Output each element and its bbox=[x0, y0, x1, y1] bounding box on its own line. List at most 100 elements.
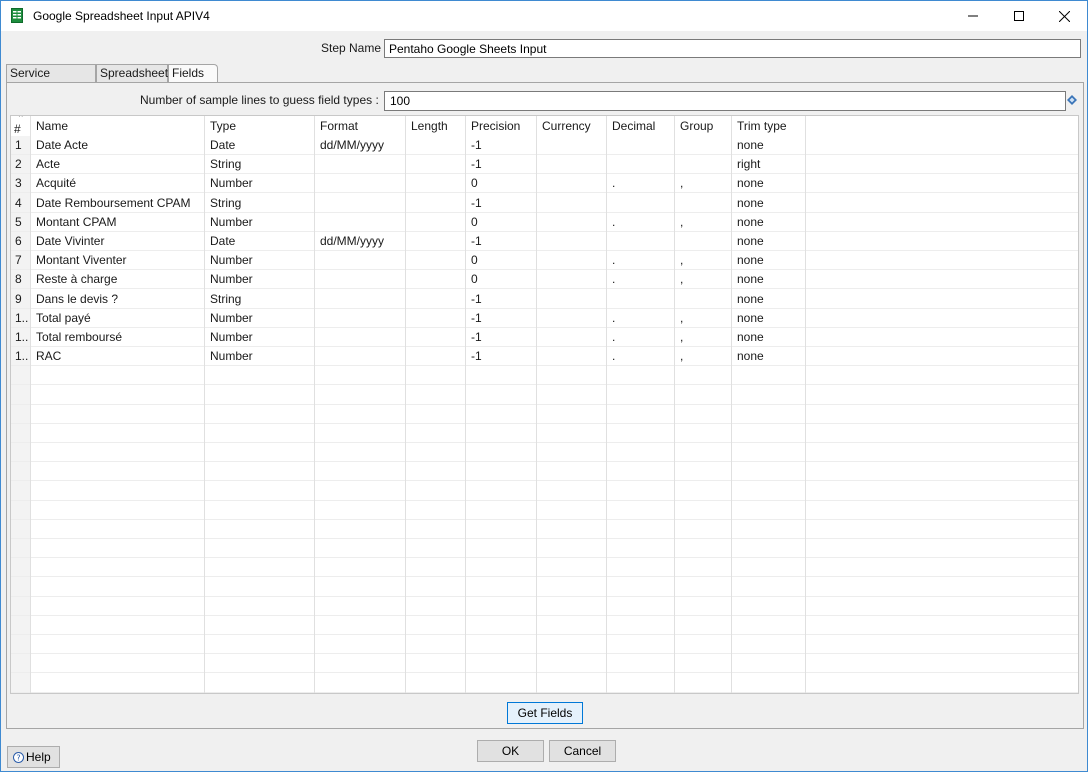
column-header-type[interactable]: Type bbox=[205, 116, 315, 136]
field-trim-type-cell[interactable]: none bbox=[732, 290, 806, 309]
field-type-cell[interactable]: Number bbox=[205, 309, 315, 328]
table-row[interactable]: 4 Date Remboursement CPAM String -1 none bbox=[11, 194, 1078, 213]
title-bar[interactable]: Google Spreadsheet Input APIV4 bbox=[1, 1, 1087, 31]
field-group-cell[interactable]: , bbox=[675, 328, 732, 347]
field-trim-type-cell[interactable]: none bbox=[732, 194, 806, 213]
row-number-cell[interactable]: 1 bbox=[11, 136, 31, 155]
get-fields-button[interactable]: Get Fields bbox=[507, 702, 583, 724]
field-precision-cell[interactable]: 0 bbox=[466, 251, 537, 270]
table-row[interactable]: 2 Acte String -1 right bbox=[11, 155, 1078, 175]
field-currency-cell[interactable] bbox=[537, 155, 607, 174]
field-group-cell[interactable]: , bbox=[675, 309, 732, 328]
field-precision-cell[interactable]: -1 bbox=[466, 309, 537, 328]
field-type-cell[interactable]: Number bbox=[205, 213, 315, 232]
field-type-cell[interactable]: Date bbox=[205, 232, 315, 251]
table-row[interactable] bbox=[11, 462, 1078, 482]
field-decimal-cell[interactable] bbox=[607, 232, 675, 251]
row-number-cell[interactable]: 8 bbox=[11, 270, 31, 289]
field-trim-type-cell[interactable]: none bbox=[732, 309, 806, 328]
field-currency-cell[interactable] bbox=[537, 347, 607, 366]
row-number-cell[interactable]: 2 bbox=[11, 155, 31, 174]
table-row[interactable] bbox=[11, 597, 1078, 616]
column-header-decimal[interactable]: Decimal bbox=[607, 116, 675, 136]
table-row[interactable] bbox=[11, 578, 1078, 597]
table-row[interactable]: 8 Reste à charge Number 0., none bbox=[11, 270, 1078, 290]
field-length-cell[interactable] bbox=[406, 213, 466, 232]
field-format-cell[interactable] bbox=[315, 309, 406, 328]
field-trim-type-cell[interactable]: none bbox=[732, 213, 806, 232]
field-name-cell[interactable]: Acte bbox=[31, 155, 205, 174]
row-number-cell[interactable]: 3 bbox=[11, 174, 31, 193]
field-decimal-cell[interactable]: . bbox=[607, 251, 675, 270]
row-number-cell[interactable]: 1.. bbox=[11, 309, 31, 328]
table-row[interactable]: 5 Montant CPAM Number 0., none bbox=[11, 213, 1078, 232]
field-currency-cell[interactable] bbox=[537, 213, 607, 232]
field-decimal-cell[interactable] bbox=[607, 136, 675, 155]
field-decimal-cell[interactable]: . bbox=[607, 309, 675, 328]
field-currency-cell[interactable] bbox=[537, 251, 607, 270]
field-length-cell[interactable] bbox=[406, 309, 466, 328]
field-trim-type-cell[interactable]: none bbox=[732, 251, 806, 270]
field-format-cell[interactable] bbox=[315, 213, 406, 232]
tab-spreadsheet[interactable]: Spreadsheet bbox=[96, 64, 168, 82]
row-number-cell[interactable]: 6 bbox=[11, 232, 31, 251]
field-currency-cell[interactable] bbox=[537, 194, 607, 213]
field-trim-type-cell[interactable]: none bbox=[732, 136, 806, 155]
maximize-button[interactable] bbox=[996, 1, 1042, 31]
field-length-cell[interactable] bbox=[406, 232, 466, 251]
table-row[interactable]: 3 Acquité Number 0., none bbox=[11, 174, 1078, 194]
field-length-cell[interactable] bbox=[406, 347, 466, 366]
table-row[interactable] bbox=[11, 635, 1078, 655]
field-name-cell[interactable]: Total payé bbox=[31, 309, 205, 328]
ok-button[interactable]: OK bbox=[477, 740, 544, 762]
field-group-cell[interactable] bbox=[675, 194, 732, 213]
field-type-cell[interactable]: String bbox=[205, 194, 315, 213]
field-decimal-cell[interactable] bbox=[607, 194, 675, 213]
table-row[interactable]: 1.. Total payé Number -1., none bbox=[11, 309, 1078, 328]
table-row[interactable] bbox=[11, 366, 1078, 386]
table-row[interactable]: 1.. RAC Number -1., none bbox=[11, 347, 1078, 367]
field-length-cell[interactable] bbox=[406, 270, 466, 289]
field-precision-cell[interactable]: -1 bbox=[466, 328, 537, 347]
table-row[interactable] bbox=[11, 558, 1078, 578]
row-number-cell[interactable]: 9 bbox=[11, 290, 31, 309]
field-format-cell[interactable] bbox=[315, 347, 406, 366]
field-group-cell[interactable]: , bbox=[675, 174, 732, 193]
tab-service-account[interactable]: Service Account bbox=[6, 64, 96, 97]
row-number-cell[interactable]: 7 bbox=[11, 251, 31, 270]
column-header-trim-type[interactable]: Trim type bbox=[732, 116, 806, 136]
field-decimal-cell[interactable]: . bbox=[607, 213, 675, 232]
field-precision-cell[interactable]: -1 bbox=[466, 136, 537, 155]
field-trim-type-cell[interactable]: right bbox=[732, 155, 806, 174]
field-currency-cell[interactable] bbox=[537, 328, 607, 347]
field-length-cell[interactable] bbox=[406, 155, 466, 174]
field-decimal-cell[interactable]: . bbox=[607, 270, 675, 289]
field-type-cell[interactable]: Number bbox=[205, 251, 315, 270]
field-format-cell[interactable] bbox=[315, 174, 406, 193]
variable-diamond-icon[interactable] bbox=[1067, 95, 1077, 105]
field-trim-type-cell[interactable]: none bbox=[732, 347, 806, 366]
field-name-cell[interactable]: Reste à charge bbox=[31, 270, 205, 289]
field-group-cell[interactable] bbox=[675, 232, 732, 251]
field-type-cell[interactable]: String bbox=[205, 290, 315, 309]
row-number-cell[interactable]: 1.. bbox=[11, 347, 31, 366]
field-format-cell[interactable] bbox=[315, 251, 406, 270]
field-trim-type-cell[interactable]: none bbox=[732, 328, 806, 347]
field-type-cell[interactable]: Number bbox=[205, 270, 315, 289]
table-row[interactable] bbox=[11, 424, 1078, 443]
cancel-button[interactable]: Cancel bbox=[549, 740, 616, 762]
field-currency-cell[interactable] bbox=[537, 136, 607, 155]
row-number-cell[interactable]: 4 bbox=[11, 194, 31, 213]
table-row[interactable] bbox=[11, 501, 1078, 520]
field-length-cell[interactable] bbox=[406, 251, 466, 270]
tab-fields[interactable]: Fields bbox=[168, 64, 218, 83]
close-button[interactable] bbox=[1041, 1, 1087, 31]
field-name-cell[interactable]: Total remboursé bbox=[31, 328, 205, 347]
table-row[interactable] bbox=[11, 520, 1078, 539]
field-format-cell[interactable] bbox=[315, 328, 406, 347]
field-precision-cell[interactable]: 0 bbox=[466, 213, 537, 232]
table-row[interactable] bbox=[11, 405, 1078, 424]
help-button[interactable]: ? Help bbox=[7, 746, 60, 768]
field-name-cell[interactable]: Date Remboursement CPAM bbox=[31, 194, 205, 213]
row-number-cell[interactable]: 1.. bbox=[11, 328, 31, 347]
